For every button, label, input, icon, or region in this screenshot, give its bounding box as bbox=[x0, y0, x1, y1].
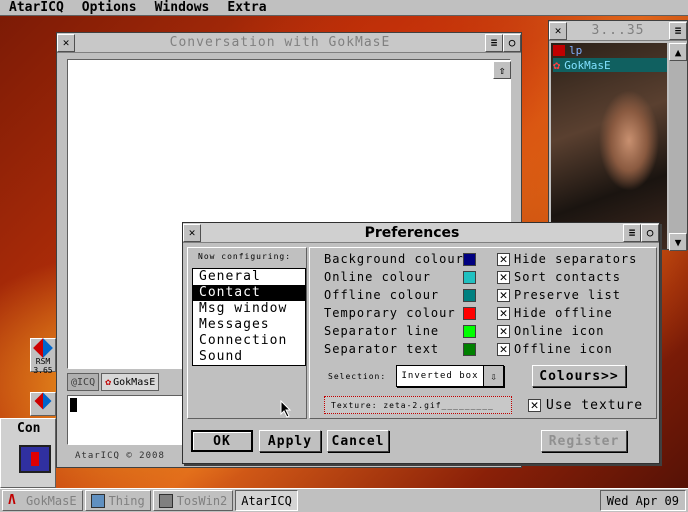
option-label: Online icon bbox=[514, 324, 605, 338]
colour-swatch[interactable] bbox=[463, 343, 476, 356]
contact-list-window: ✕ 3...35 ≡ lp ✿ GokMasE ▲ ▼ bbox=[548, 20, 688, 251]
option-label: Offline icon bbox=[514, 342, 613, 356]
scroll-up-icon[interactable]: ⇧ bbox=[493, 61, 511, 79]
fuller-icon[interactable]: ○ bbox=[503, 33, 521, 52]
hide-separators-checkbox[interactable]: ✕ bbox=[497, 253, 510, 266]
tab-contact[interactable]: ✿ GokMasE bbox=[101, 373, 160, 391]
preserve-list-checkbox[interactable]: ✕ bbox=[497, 289, 510, 302]
iconify-icon[interactable]: ≡ bbox=[623, 223, 641, 242]
online-icon-checkbox[interactable]: ✕ bbox=[497, 325, 510, 338]
task-gokmase[interactable]: Ʌ GokMasE bbox=[2, 490, 83, 511]
section-general[interactable]: General bbox=[193, 269, 305, 285]
task-atarticq[interactable]: AtarICQ bbox=[235, 490, 298, 511]
monitor-icon[interactable] bbox=[19, 445, 51, 473]
colour-label: Online colour bbox=[324, 270, 431, 284]
clock: Wed Apr 09 bbox=[599, 490, 686, 511]
colour-label: Background colour bbox=[324, 252, 464, 266]
colour-label: Offline colour bbox=[324, 288, 440, 302]
section-connection[interactable]: Connection bbox=[193, 333, 305, 349]
section-sound[interactable]: Sound bbox=[193, 349, 305, 365]
colour-swatch[interactable] bbox=[463, 289, 476, 302]
menu-extra[interactable]: Extra bbox=[218, 0, 275, 15]
flower-icon: ✿ bbox=[105, 376, 112, 388]
option-label: Sort contacts bbox=[514, 270, 621, 284]
selection-value: Inverted box bbox=[401, 371, 479, 381]
list-item[interactable]: ✿ GokMasE bbox=[553, 58, 667, 72]
menu-windows[interactable]: Windows bbox=[146, 0, 219, 15]
cancel-button[interactable]: Cancel bbox=[327, 430, 389, 452]
selection-dropdown[interactable]: Inverted box ⇩ bbox=[396, 365, 504, 387]
close-icon[interactable]: ✕ bbox=[57, 33, 75, 52]
close-icon[interactable]: ✕ bbox=[183, 223, 201, 242]
configuring-label: Now configuring: bbox=[198, 252, 292, 261]
menu-options[interactable]: Options bbox=[73, 0, 146, 15]
option-label: Hide separators bbox=[514, 252, 638, 266]
scroll-down-icon[interactable]: ▼ bbox=[669, 233, 687, 251]
hide-offline-checkbox[interactable]: ✕ bbox=[497, 307, 510, 320]
text-cursor bbox=[70, 398, 77, 412]
section-msg-window[interactable]: Msg window bbox=[193, 301, 305, 317]
register-button[interactable]: Register bbox=[541, 430, 627, 452]
settings-pane: Background colour Online colour Offline … bbox=[309, 247, 657, 419]
offline-icon bbox=[553, 44, 565, 56]
section-list[interactable]: General Contact list Msg window Messages… bbox=[192, 268, 306, 366]
face-image bbox=[591, 73, 667, 223]
selection-label: Selection: bbox=[328, 372, 387, 381]
task-thing[interactable]: Thing bbox=[84, 490, 151, 511]
colour-label: Separator text bbox=[324, 342, 440, 356]
copyright-text: AtarICQ © 2008 bbox=[75, 451, 165, 461]
menu-bar: AtarICQ Options Windows Extra bbox=[0, 0, 688, 16]
rsm-icon[interactable] bbox=[30, 392, 56, 416]
offline-icon-checkbox[interactable]: ✕ bbox=[497, 343, 510, 356]
iconify-icon[interactable]: ≡ bbox=[669, 21, 687, 40]
mouse-pointer-icon bbox=[280, 400, 292, 418]
option-label: Hide offline bbox=[514, 306, 613, 320]
scroll-up-icon[interactable]: ▲ bbox=[669, 43, 687, 61]
texture-field[interactable]: Texture: zeta-2.gif_________ bbox=[324, 396, 512, 414]
section-contact-list[interactable]: Contact list bbox=[193, 285, 305, 316]
scrollbar[interactable]: ▲ ▼ bbox=[669, 43, 687, 251]
sort-contacts-checkbox[interactable]: ✕ bbox=[497, 271, 510, 284]
close-icon[interactable]: ✕ bbox=[549, 21, 567, 40]
atari-logo-icon: Ʌ bbox=[8, 492, 16, 508]
colour-swatch[interactable] bbox=[463, 271, 476, 284]
section-messages[interactable]: Messages bbox=[193, 317, 305, 333]
apply-button[interactable]: Apply bbox=[259, 430, 321, 452]
dialog-title: Preferences bbox=[364, 224, 460, 241]
colours-button[interactable]: Colours>> bbox=[532, 365, 626, 387]
rsm-icon[interactable]: RSM 3.65 bbox=[30, 338, 56, 375]
task-toswin2[interactable]: TosWin2 bbox=[152, 490, 234, 511]
option-label: Preserve list bbox=[514, 288, 621, 302]
monitor-icon bbox=[90, 493, 105, 508]
menu-atarticq[interactable]: AtarICQ bbox=[0, 0, 73, 15]
fuller-icon[interactable]: ○ bbox=[641, 223, 659, 242]
colour-label: Temporary colour bbox=[324, 306, 456, 320]
taskbar: Ʌ GokMasE Thing TosWin2 AtarICQ Wed Apr … bbox=[0, 488, 688, 512]
colour-swatch[interactable] bbox=[463, 307, 476, 320]
window-title: 3...35 bbox=[591, 23, 645, 38]
colour-swatch[interactable] bbox=[463, 253, 476, 266]
list-item[interactable]: lp bbox=[553, 43, 667, 57]
use-texture-checkbox[interactable]: ✕ bbox=[528, 399, 541, 412]
flower-icon: ✿ bbox=[553, 58, 561, 72]
terminal-icon bbox=[158, 493, 173, 508]
ok-button[interactable]: OK bbox=[191, 430, 253, 452]
dropdown-arrow-icon[interactable]: ⇩ bbox=[483, 366, 503, 386]
colour-label: Separator line bbox=[324, 324, 440, 338]
use-texture-label: Use texture bbox=[546, 398, 644, 413]
con-title: Con bbox=[17, 421, 41, 436]
colour-swatch[interactable] bbox=[463, 325, 476, 338]
preferences-window: ✕ Preferences ≡ ○ Now configuring: Gener… bbox=[182, 222, 660, 464]
config-pane: Now configuring: General Contact list Ms… bbox=[187, 247, 307, 419]
window-title: Conversation with GokMasE bbox=[169, 35, 391, 50]
tab-icq[interactable]: @ ICQ bbox=[67, 373, 100, 391]
iconify-icon[interactable]: ≡ bbox=[485, 33, 503, 52]
contact-list: lp ✿ GokMasE bbox=[551, 43, 667, 249]
con-window-fragment: Con bbox=[0, 418, 56, 488]
